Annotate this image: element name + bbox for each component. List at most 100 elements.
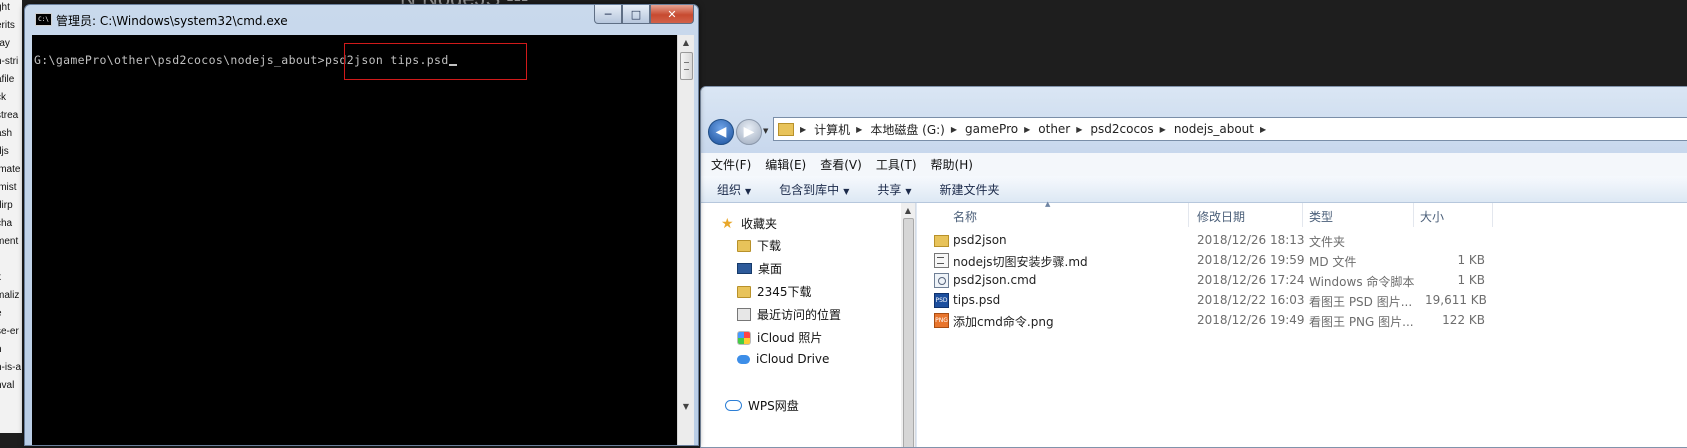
file-size: 19,611 KB [1425, 293, 1487, 307]
new-folder-button[interactable]: 新建文件夹 [940, 181, 1000, 198]
console-scrollbar[interactable]: ▲ ▼ [677, 35, 694, 445]
navigation-pane-scrollbar[interactable]: ▲ [901, 203, 916, 447]
chevron-right-icon[interactable]: ▶ [800, 125, 806, 134]
file-size: 1 KB [1457, 273, 1485, 287]
nav-item-icloud-drive[interactable]: iCloud Drive [737, 352, 829, 366]
console-output[interactable]: G:\gamePro\other\psd2cocos\nodejs_about>… [32, 35, 677, 445]
chevron-right-icon[interactable]: ▶ [1160, 125, 1166, 134]
bg-sidebar-item[interactable]: erits [0, 20, 15, 31]
column-header-modified[interactable]: 修改日期 [1197, 208, 1245, 225]
include-in-library-button[interactable]: 包含到库中 ▼ [779, 181, 849, 198]
bg-sidebar-item[interactable]: ght [0, 2, 10, 13]
nav-item-label: 最近访问的位置 [757, 308, 842, 322]
file-row[interactable]: psd2json 2018/12/26 18:13 文件夹 [917, 230, 1687, 250]
chevron-right-icon[interactable]: ▶ [856, 125, 862, 134]
address-bar[interactable]: ▶ 计算机 ▶ 本地磁盘 (G:) ▶ gamePro ▶ other ▶ ps… [773, 117, 1687, 141]
bg-sidebar-item[interactable]: k [0, 272, 1, 283]
cmd-app-icon[interactable]: C:\ [35, 13, 52, 26]
menu-file[interactable]: 文件(F) [711, 156, 751, 173]
column-header-row: ▲ 名称 修改日期 类型 大小 [917, 200, 1687, 227]
chevron-right-icon[interactable]: ▶ [951, 125, 957, 134]
bg-sidebar-item[interactable]: afile [0, 74, 14, 85]
chevron-right-icon[interactable]: ▶ [1260, 125, 1266, 134]
scroll-down-icon[interactable]: ▼ [678, 399, 694, 415]
bg-sidebar-item[interactable]: e [0, 308, 2, 319]
nav-item-desktop[interactable]: 桌面 [737, 260, 782, 277]
bg-sidebar-item[interactable]: ray [0, 38, 10, 49]
desktop-icon [737, 263, 752, 274]
bg-sidebar-item[interactable]: imist [0, 182, 17, 193]
bg-sidebar-item[interactable]: nval [0, 380, 14, 391]
breadcrumb-gamepro[interactable]: gamePro [965, 122, 1018, 136]
file-name: tips.psd [953, 293, 1001, 307]
column-header-size[interactable]: 大小 [1420, 208, 1444, 225]
nav-item-icloud-photos[interactable]: iCloud 照片 [737, 329, 822, 346]
bg-sidebar-item[interactable]: maliz [0, 290, 19, 301]
menu-view[interactable]: 查看(V) [820, 156, 862, 173]
bg-sidebar-item[interactable]: ment [0, 236, 18, 247]
file-modified: 2018/12/26 19:49 [1197, 313, 1305, 327]
menu-tools[interactable]: 工具(T) [876, 156, 917, 173]
minimize-button[interactable]: ─ [594, 5, 622, 24]
breadcrumb-drive-g[interactable]: 本地磁盘 (G:) [870, 121, 945, 138]
column-header-type[interactable]: 类型 [1309, 208, 1333, 225]
close-icon: ✕ [667, 7, 677, 21]
scroll-up-icon[interactable]: ▲ [901, 203, 915, 219]
column-divider[interactable] [1302, 203, 1303, 227]
file-row[interactable]: PSD tips.psd 2018/12/22 16:03 看图王 PSD 图片… [917, 290, 1687, 310]
file-row[interactable]: psd2json.cmd 2018/12/26 17:24 Windows 命令… [917, 270, 1687, 290]
breadcrumb-other[interactable]: other [1038, 122, 1070, 136]
bg-sidebar-item[interactable]: ck [0, 92, 6, 103]
cmd-title-bar[interactable]: C:\ 管理员: C:\Windows\system32\cmd.exe ─ □… [25, 5, 698, 33]
breadcrumb-psd2cocos[interactable]: psd2cocos [1090, 122, 1153, 136]
column-header-name[interactable]: 名称 [953, 208, 977, 225]
close-button[interactable]: ✕ [650, 5, 694, 24]
bg-sidebar-item[interactable]: cha [0, 218, 12, 229]
nav-item-favorites[interactable]: ★ 收藏夹 [721, 215, 777, 232]
scroll-up-icon[interactable]: ▲ [678, 35, 694, 51]
bg-sidebar-item[interactable]: n [0, 344, 2, 355]
column-divider[interactable] [1413, 203, 1414, 227]
icloud-drive-icon [737, 354, 750, 364]
column-divider[interactable] [1492, 203, 1493, 227]
column-divider[interactable] [1188, 203, 1189, 227]
scrollbar-thumb[interactable] [903, 218, 914, 447]
chevron-right-icon[interactable]: ▶ [1076, 125, 1082, 134]
maximize-button[interactable]: □ [622, 5, 650, 24]
file-row[interactable]: nodejs切图安装步骤.md 2018/12/26 19:59 MD 文件 1… [917, 250, 1687, 270]
maximize-icon: □ [630, 7, 642, 21]
breadcrumb-computer[interactable]: 计算机 [814, 121, 850, 138]
file-modified: 2018/12/26 19:59 [1197, 253, 1305, 267]
scrollbar-thumb[interactable] [680, 52, 693, 80]
cmd-file-icon [934, 273, 949, 288]
organize-button[interactable]: 组织 ▼ [717, 181, 751, 198]
share-button[interactable]: 共享 ▼ [877, 181, 911, 198]
back-button[interactable]: ◀ [708, 119, 734, 145]
minimize-icon: ─ [604, 7, 612, 21]
md-file-icon [934, 253, 949, 268]
png-file-icon: PNG [934, 313, 949, 328]
bg-sidebar-item[interactable]: n-is-a [0, 362, 21, 373]
bg-sidebar-item[interactable]: dirp [0, 200, 13, 211]
bg-sidebar-item[interactable]: strea [0, 110, 18, 121]
bg-sidebar-item[interactable]: n-stri [0, 56, 18, 67]
command-toolbar: 组织 ▼ 包含到库中 ▼ 共享 ▼ 新建文件夹 [701, 176, 1687, 203]
file-modified: 2018/12/22 16:03 [1197, 293, 1305, 307]
breadcrumb-nodejs-about[interactable]: nodejs_about [1174, 122, 1254, 136]
menu-edit[interactable]: 编辑(E) [765, 156, 806, 173]
nav-item-downloads[interactable]: 下载 [737, 237, 781, 254]
chevron-right-icon[interactable]: ▶ [1024, 125, 1030, 134]
file-name: 添加cmd命令.png [953, 315, 1054, 329]
share-label: 共享 [877, 182, 902, 197]
nav-item-2345-downloads[interactable]: 2345下载 [737, 283, 812, 300]
nav-item-recent-places[interactable]: 最近访问的位置 [737, 306, 841, 323]
bg-sidebar-item[interactable]: imate [0, 164, 20, 175]
menu-help[interactable]: 帮助(H) [931, 156, 973, 173]
bg-sidebar-item[interactable]: djs [0, 146, 9, 157]
nav-item-wps-cloud[interactable]: WPS网盘 [725, 397, 799, 414]
recent-pages-dropdown-icon[interactable]: ▼ [763, 127, 768, 135]
forward-button[interactable]: ▶ [736, 119, 762, 145]
bg-sidebar-item[interactable]: ash [0, 128, 12, 139]
bg-sidebar-item[interactable]: se-er [0, 326, 19, 337]
file-row[interactable]: PNG 添加cmd命令.png 2018/12/26 19:49 看图王 PNG… [917, 310, 1687, 330]
